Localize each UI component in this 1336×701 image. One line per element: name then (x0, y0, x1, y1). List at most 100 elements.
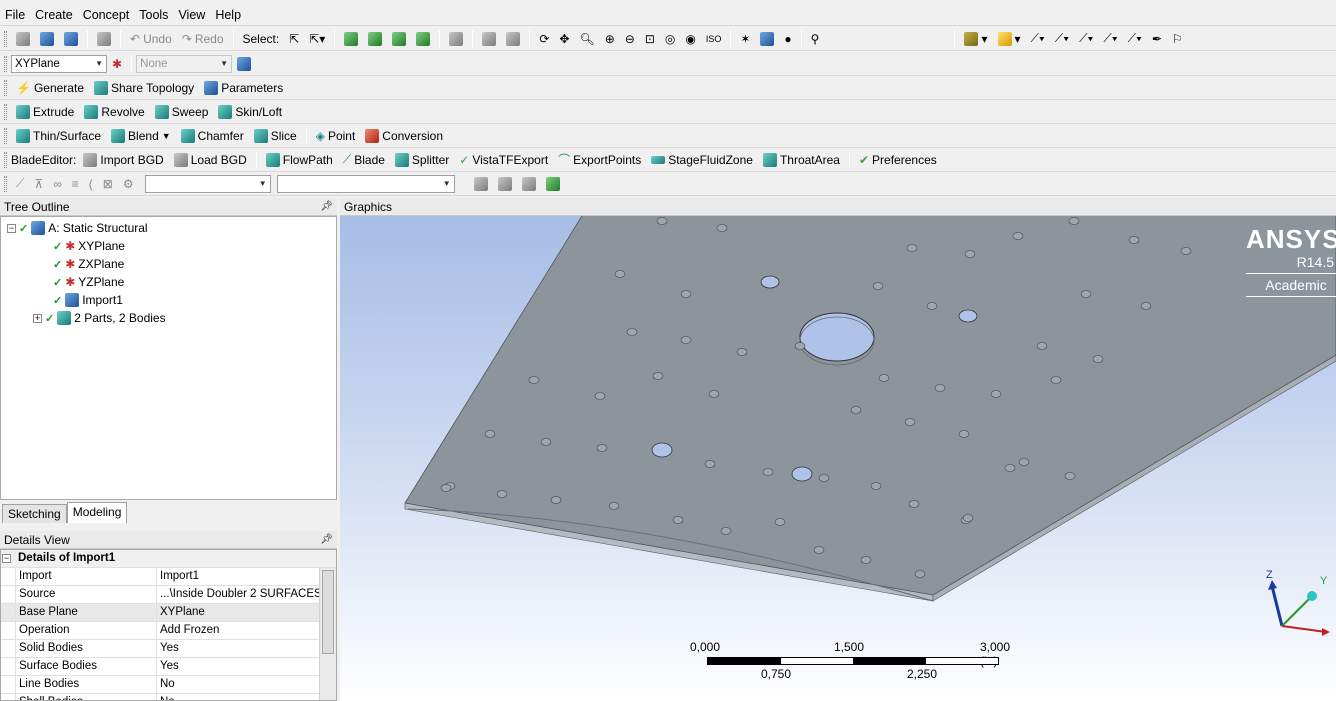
line-tool-3-button[interactable]: ⟋▾ (1074, 29, 1098, 49)
menu-tools[interactable]: Tools (134, 8, 173, 22)
select-faces-button[interactable] (387, 29, 411, 49)
preferences-button[interactable]: ✔ Preferences (854, 150, 942, 170)
revolve-button[interactable]: Revolve (79, 102, 149, 122)
stagefluidzone-button[interactable]: StageFluidZone (646, 150, 758, 170)
vistatfexport-button[interactable]: ✓ VistaTFExport (454, 150, 553, 170)
screenshot-button[interactable] (92, 29, 116, 49)
details-section-header[interactable]: − Details of Import1 (1, 550, 336, 568)
expand-icon[interactable]: + (33, 313, 42, 323)
line-tool-4-button[interactable]: ⟋▾ (1098, 29, 1122, 49)
zoom-in-button[interactable]: ⊕ (600, 29, 620, 49)
select-points-button[interactable] (339, 29, 363, 49)
bar-display-button[interactable]: ▾ (993, 29, 1026, 49)
tab-sketching[interactable]: Sketching (2, 504, 67, 523)
box-select2-button[interactable] (501, 29, 525, 49)
thin-surface-button[interactable]: Thin/Surface (11, 126, 106, 146)
details-row-value[interactable]: No (157, 694, 336, 700)
menu-view[interactable]: View (173, 8, 210, 22)
details-row[interactable]: Source ...\Inside Doubler 2 SURFACES (1, 586, 336, 604)
plane-select[interactable]: XYPlane ▼ (11, 54, 107, 73)
parameters-button[interactable]: Parameters (199, 78, 288, 98)
details-row-value[interactable]: Yes (157, 658, 336, 675)
graphics-viewport[interactable]: ANSYS R14.5 Academic 0,000 1,500 3,000 (… (340, 216, 1336, 701)
details-row[interactable]: Operation Add Frozen (1, 622, 336, 640)
collapse-icon[interactable]: − (7, 223, 16, 233)
sketch-select[interactable]: None ▼ (136, 54, 233, 73)
details-row-value[interactable]: Import1 (157, 568, 336, 585)
sketch-tool-9[interactable] (493, 174, 517, 194)
menu-file[interactable]: File (0, 8, 30, 22)
triad-button[interactable]: ✶ (735, 29, 755, 49)
save-as-button[interactable] (59, 29, 83, 49)
select-mode-button[interactable]: ⇱ (284, 29, 304, 49)
details-row-value[interactable]: XYPlane (157, 604, 336, 621)
sketch-tool-1[interactable]: ⟋ (11, 174, 29, 194)
display-point-button[interactable]: ● (779, 29, 796, 49)
scroll-thumb[interactable] (322, 570, 334, 654)
box-select-button[interactable] (477, 29, 501, 49)
sketch-tool-6[interactable]: ⊠ (98, 174, 118, 194)
skin-loft-button[interactable]: Skin/Loft (213, 102, 287, 122)
new-plane-button[interactable]: ✱ (107, 54, 127, 74)
toolbar-grip[interactable] (4, 103, 7, 120)
menu-help[interactable]: Help (210, 8, 246, 22)
load-bgd-button[interactable]: Load BGD (169, 150, 252, 170)
details-scrollbar[interactable] (319, 568, 336, 700)
sketch-tool-2[interactable]: ⊼ (29, 174, 48, 194)
details-row[interactable]: Surface Bodies Yes (1, 658, 336, 676)
new-button[interactable] (11, 29, 35, 49)
zoom-out-button[interactable]: ⊖ (620, 29, 640, 49)
details-row-value[interactable]: No (157, 676, 336, 693)
pan-button[interactable]: ✥ (554, 29, 574, 49)
select-edges-button[interactable] (363, 29, 387, 49)
tab-modeling[interactable]: Modeling (66, 502, 128, 523)
look-at-button[interactable]: ⚲ (806, 29, 825, 49)
sketch-tool-10[interactable] (517, 174, 541, 194)
zoom-box-button[interactable]: ⊡ (640, 29, 660, 49)
save-button[interactable] (35, 29, 59, 49)
blade-button[interactable]: ⟋ Blade (338, 150, 390, 170)
details-row[interactable]: Import Import1 (1, 568, 336, 586)
toolbar-grip[interactable] (4, 175, 7, 192)
sketch-tool-4[interactable]: ≡ (67, 174, 84, 194)
toolbar-grip[interactable] (4, 30, 7, 47)
blend-button[interactable]: Blend ▼ (106, 126, 176, 146)
redo-button[interactable]: ↷ Redo (177, 29, 229, 49)
line-tool-1-button[interactable]: ⟋▾ (1026, 29, 1050, 49)
extrude-button[interactable]: Extrude (11, 102, 79, 122)
menu-concept[interactable]: Concept (78, 8, 135, 22)
tree-item-yzplane[interactable]: ✓ ✱ YZPlane (53, 273, 124, 291)
share-topology-button[interactable]: Share Topology (89, 78, 199, 98)
pin-icon[interactable]: 📌︎ (320, 534, 333, 545)
magnifier-button[interactable]: ◉ (680, 29, 700, 49)
toolbar-grip[interactable] (4, 79, 7, 96)
sweep-button[interactable]: Sweep (150, 102, 214, 122)
sketch-tool-7[interactable]: ⚙ (118, 174, 139, 194)
details-row[interactable]: Line Bodies No (1, 676, 336, 694)
sketch-tool-5[interactable]: ( (84, 174, 98, 194)
line-tool-2-button[interactable]: ⟋▾ (1050, 29, 1074, 49)
details-row-value[interactable]: Yes (157, 640, 336, 657)
tree-root[interactable]: − ✓ A: Static Structural (7, 219, 148, 237)
import-bgd-button[interactable]: Import BGD (78, 150, 168, 170)
conversion-button[interactable]: Conversion (360, 126, 448, 146)
collapse-icon[interactable]: − (1, 550, 15, 567)
tree-item-xyplane[interactable]: ✓ ✱ XYPlane (53, 237, 125, 255)
toolbar-grip[interactable] (4, 151, 7, 168)
sketch-tool-11[interactable] (541, 174, 565, 194)
color-display-button[interactable]: ▾ (959, 29, 992, 49)
filter-combo-1[interactable]: ▼ (144, 174, 271, 193)
pin-icon[interactable]: 📌︎ (320, 201, 333, 212)
tree-item-parts[interactable]: + ✓ 2 Parts, 2 Bodies (33, 309, 166, 327)
model-canvas[interactable] (340, 216, 1336, 701)
generate-button[interactable]: ⚡ Generate (11, 78, 89, 98)
axis-triad[interactable]: Z Y (1260, 566, 1330, 646)
chamfer-button[interactable]: Chamfer (176, 126, 249, 146)
details-row[interactable]: Shell BodiesNo (1, 694, 336, 700)
toolbar-grip[interactable] (4, 55, 7, 72)
flag-tool-button[interactable]: ⚐ (1167, 29, 1188, 49)
details-row[interactable]: Base Plane XYPlane (1, 604, 336, 622)
details-row[interactable]: Solid Bodies Yes (1, 640, 336, 658)
slice-button[interactable]: Slice (249, 126, 302, 146)
filter-combo-2[interactable]: ▼ (276, 174, 455, 193)
